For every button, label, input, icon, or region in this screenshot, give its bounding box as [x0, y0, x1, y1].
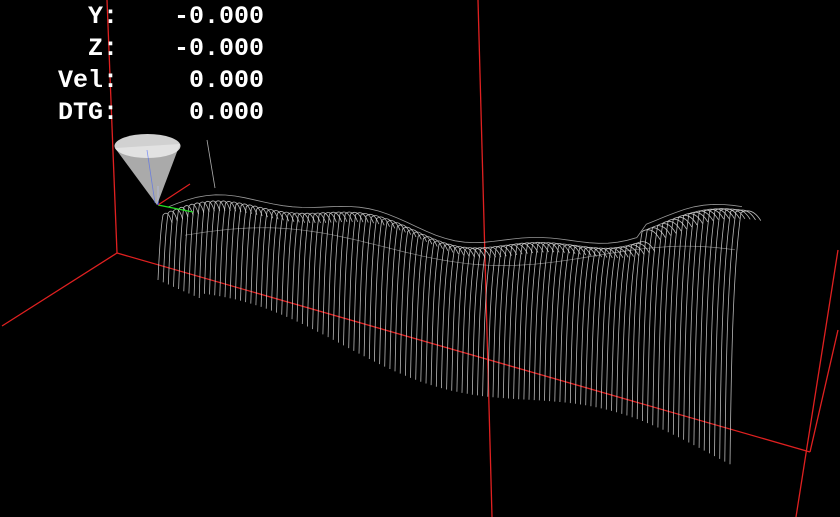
extents-edge	[809, 329, 839, 453]
toolpath-pass	[497, 244, 523, 398]
toolpath-pass	[647, 223, 677, 424]
toolpath-pass	[611, 245, 640, 411]
toolpath-pass	[229, 202, 247, 299]
toolpath-pass	[667, 214, 698, 433]
dro-readout: Y: -0.000 Z: -0.000 Vel: 0.000 DTG: 0.00…	[0, 0, 300, 130]
toolpath-pass	[456, 247, 481, 392]
toolpath-pass	[621, 242, 650, 414]
toolpath-pass	[580, 247, 608, 405]
toolpath-pass	[224, 201, 242, 298]
toolpath-pass	[487, 245, 512, 397]
toolpath-pass	[193, 201, 210, 296]
toolpath-pass	[709, 208, 740, 454]
toolpath-pass	[255, 208, 274, 306]
toolpath-pass	[451, 246, 475, 391]
toolpath-pass	[265, 210, 284, 309]
dro-value-vel: 0.000	[188, 66, 264, 95]
toolpath-pass	[729, 210, 762, 465]
toolpath-pass	[657, 218, 687, 428]
toolpath-pass	[250, 206, 268, 304]
preview-3d-viewport[interactable]: Y: -0.000 Z: -0.000 Vel: 0.000 DTG: 0.00…	[0, 0, 840, 517]
toolpath-pass	[683, 210, 714, 440]
tool-cone-icon	[114, 134, 181, 205]
toolpath-pass	[234, 203, 252, 300]
toolpath-pass	[631, 229, 661, 418]
toolpath-pass	[662, 216, 693, 430]
toolpath-pass	[198, 200, 215, 299]
dro-label-z: Z:	[87, 34, 118, 63]
toolpath-pass	[693, 208, 725, 446]
toolpath-pass	[461, 247, 486, 393]
toolpath-pass	[672, 213, 703, 435]
toolpath-pass	[642, 225, 671, 422]
dro-label-vel: Vel:	[57, 66, 118, 95]
dro-value-y: -0.000	[173, 2, 264, 31]
toolpath-pass	[307, 212, 327, 327]
dro-label-dtg: DTG:	[57, 98, 118, 127]
toolpath-pass	[260, 209, 279, 307]
toolpath-pass	[724, 209, 756, 462]
dro-label-y: Y:	[87, 2, 118, 31]
toolpath-pass	[575, 246, 603, 404]
rapid-move-line	[206, 139, 216, 189]
toolpath-pass	[719, 209, 751, 459]
toolpath-pass	[703, 208, 735, 451]
toolpath-pass	[245, 205, 263, 303]
extents-edge	[1, 252, 118, 327]
dro-value-dtg: 0.000	[188, 98, 264, 127]
toolpath-pass	[471, 247, 496, 395]
toolpath-wireframe	[157, 139, 762, 465]
toolpath-pass	[492, 244, 518, 398]
toolpath-pass	[636, 227, 666, 420]
toolpath-pass	[219, 201, 237, 297]
toolpath-pass	[616, 244, 645, 413]
toolpath-pass	[688, 209, 719, 443]
toolpath-pass	[477, 246, 502, 396]
toolpath-pass	[714, 208, 746, 457]
toolpath-pass	[626, 241, 656, 416]
dro-value-z: -0.000	[173, 34, 264, 63]
toolpath-pass	[652, 220, 682, 426]
toolpath-pass	[698, 208, 730, 448]
toolpath-pass	[240, 204, 258, 301]
extents-edge	[795, 249, 839, 517]
